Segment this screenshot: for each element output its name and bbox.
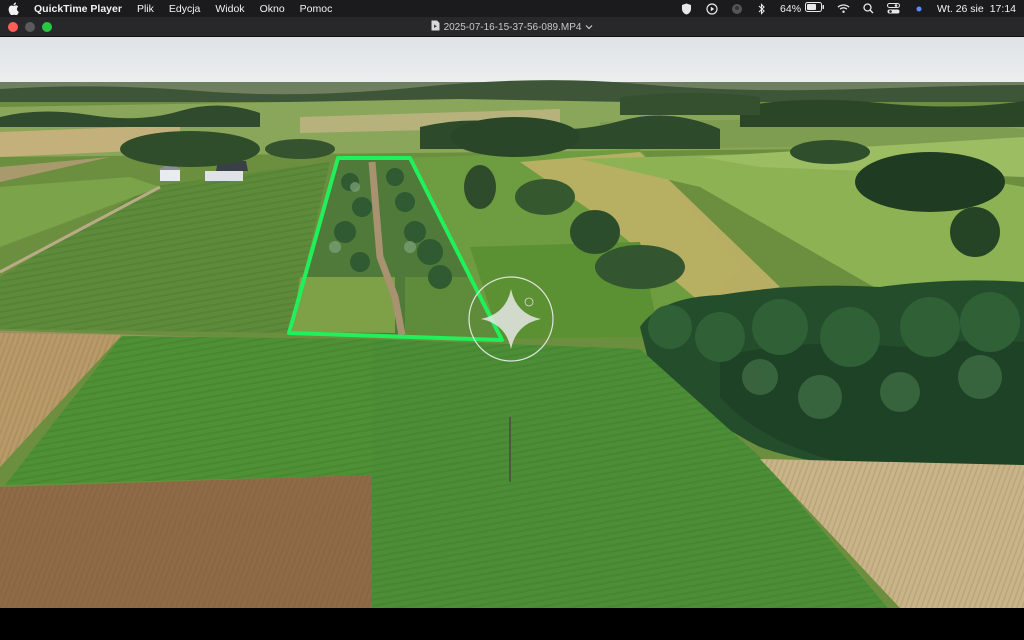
video-letterbox-bottom: [0, 608, 1024, 640]
siri-dot-icon[interactable]: [912, 2, 925, 15]
maximize-window-button[interactable]: [42, 21, 52, 32]
battery-indicator[interactable]: 64%: [780, 2, 825, 15]
battery-icon: [805, 2, 825, 15]
menu-pomoc[interactable]: Pomoc: [300, 3, 333, 15]
drone-position-marker: [468, 276, 554, 362]
window-title-bar[interactable]: 2025-07-16-15-37-56-089.MP4: [0, 17, 1024, 37]
bluetooth-icon[interactable]: [755, 2, 768, 15]
chevron-down-icon[interactable]: [585, 22, 593, 33]
clock-day[interactable]: Wt. 26 sie: [937, 3, 984, 15]
play-circle-icon[interactable]: [705, 2, 718, 15]
control-center-icon[interactable]: [887, 2, 901, 15]
close-window-button[interactable]: [8, 21, 18, 32]
menu-plik[interactable]: Plik: [137, 3, 154, 15]
clock-time[interactable]: 17:14: [990, 3, 1016, 15]
document-title: 2025-07-16-15-37-56-089.MP4: [0, 17, 1024, 37]
document-filename: 2025-07-16-15-37-56-089.MP4: [443, 21, 582, 33]
wifi-icon[interactable]: [837, 2, 850, 15]
menu-edycja[interactable]: Edycja: [169, 3, 201, 15]
window-controls: [0, 21, 52, 32]
search-icon[interactable]: [862, 2, 875, 15]
menu-bar: QuickTime Player Plik Edycja Widok Okno …: [0, 0, 1024, 17]
minimize-window-button[interactable]: [25, 21, 35, 32]
dim-app-icon[interactable]: [730, 2, 743, 15]
document-icon[interactable]: [431, 20, 440, 34]
aerial-field-image: [0, 37, 1024, 608]
apple-menu-icon[interactable]: [8, 2, 20, 15]
shield-icon[interactable]: [680, 2, 693, 15]
battery-percent: 64%: [780, 2, 802, 15]
menu-okno[interactable]: Okno: [260, 3, 285, 15]
video-frame[interactable]: [0, 37, 1024, 608]
menu-app-name[interactable]: QuickTime Player: [34, 3, 122, 15]
status-area: 64% Wt. 26 sie 17:14: [680, 2, 1016, 15]
menu-widok[interactable]: Widok: [215, 3, 244, 15]
